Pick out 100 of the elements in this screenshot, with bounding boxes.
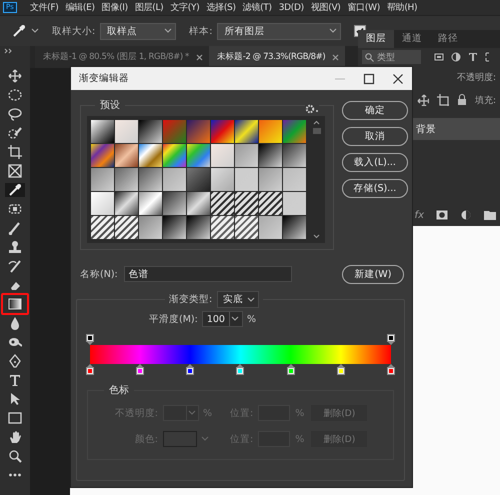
menu-item[interactable]: 帮助(H) xyxy=(386,1,418,14)
gradient-swatch[interactable] xyxy=(139,216,162,239)
rectangle-icon[interactable] xyxy=(8,411,22,425)
menu-item[interactable]: 滤镜(T) xyxy=(242,1,272,14)
sample-size-dropdown[interactable]: 取样点 xyxy=(100,22,176,40)
move-icon[interactable] xyxy=(416,94,429,106)
gradient-swatch[interactable] xyxy=(163,216,186,239)
gradient-swatch[interactable] xyxy=(187,192,210,215)
crop-icon[interactable] xyxy=(436,94,449,106)
scroll-up-icon[interactable] xyxy=(313,120,320,125)
gradient-swatch[interactable] xyxy=(139,192,162,215)
menu-item[interactable]: 3D(D) xyxy=(278,2,304,12)
gradient-swatch[interactable] xyxy=(115,144,138,167)
move-icon[interactable] xyxy=(8,69,22,83)
gradient-swatch[interactable] xyxy=(115,168,138,191)
gradient-swatch[interactable] xyxy=(91,144,114,167)
color-stop[interactable] xyxy=(186,364,194,375)
gradient-swatch[interactable] xyxy=(91,120,114,143)
stamp-icon[interactable] xyxy=(8,240,22,254)
quick-select-icon[interactable] xyxy=(8,126,22,140)
document-tab[interactable]: 未标题-2 @ 73.3%(RGB/8#) xyxy=(208,46,346,68)
color-stop[interactable] xyxy=(236,364,244,375)
gradient-swatch[interactable] xyxy=(163,192,186,215)
gradient-swatch[interactable] xyxy=(163,168,186,191)
gradient-swatch[interactable] xyxy=(187,120,210,143)
hand-icon[interactable] xyxy=(8,430,22,444)
panel-tab[interactable]: 图层 xyxy=(358,30,394,48)
caret-icon[interactable] xyxy=(228,312,241,326)
dodge-icon[interactable] xyxy=(8,335,22,349)
expand-icon[interactable] xyxy=(4,48,12,54)
gradient-swatch[interactable] xyxy=(283,216,306,239)
gradient-swatch[interactable] xyxy=(115,120,138,143)
menu-item[interactable]: 编辑(E) xyxy=(65,1,95,14)
opacity-stop[interactable] xyxy=(387,334,395,345)
menu-item[interactable]: 文件(F) xyxy=(30,1,58,14)
gradient-swatch[interactable] xyxy=(259,168,282,191)
gradient-swatch[interactable] xyxy=(115,216,138,239)
gradient-swatch[interactable] xyxy=(283,144,306,167)
color-stop[interactable] xyxy=(86,364,94,375)
gradient-swatch[interactable] xyxy=(187,216,210,239)
gradient-swatch[interactable] xyxy=(259,192,282,215)
color-stop[interactable] xyxy=(136,364,144,375)
name-field[interactable]: 色谱 xyxy=(124,266,292,282)
color-stop[interactable] xyxy=(286,364,295,375)
gradient-swatch[interactable] xyxy=(163,144,186,167)
gradient-swatch[interactable] xyxy=(187,144,210,167)
menu-item[interactable]: 窗口(W) xyxy=(348,1,380,14)
menu-item[interactable]: 图层(L) xyxy=(134,1,164,14)
gradient-swatch[interactable] xyxy=(139,144,162,167)
dialog-button[interactable]: 载入(L)... xyxy=(342,153,408,172)
gradient-type-dropdown[interactable]: 实底 xyxy=(217,291,260,308)
panel-tab[interactable]: 路径 xyxy=(430,30,466,48)
scrollbar[interactable] xyxy=(312,120,321,239)
gradient-swatch[interactable] xyxy=(139,168,162,191)
gradient-bar[interactable] xyxy=(90,345,391,364)
search-icon[interactable] xyxy=(365,52,374,62)
image-filter-icon[interactable] xyxy=(434,52,444,62)
dialog-button[interactable]: 确定 xyxy=(342,101,408,120)
gradient-swatch[interactable] xyxy=(211,216,234,239)
color-stop[interactable] xyxy=(386,364,395,375)
gradient-icon[interactable] xyxy=(8,297,22,311)
pen-icon[interactable] xyxy=(8,354,22,368)
adjustment-filter-icon[interactable] xyxy=(451,52,461,62)
gradient-swatch[interactable] xyxy=(91,168,114,191)
lock-icon[interactable] xyxy=(456,94,467,106)
menu-item[interactable]: 视图(V) xyxy=(310,1,341,14)
eyedropper-icon[interactable] xyxy=(12,24,26,38)
ellipse-marquee-icon[interactable] xyxy=(8,88,22,102)
zoom-icon[interactable] xyxy=(8,449,22,463)
gradient-swatch[interactable] xyxy=(211,120,234,143)
lasso-icon[interactable] xyxy=(8,107,22,121)
dialog-button[interactable]: 存储(S)... xyxy=(342,179,408,198)
gear-icon[interactable] xyxy=(305,104,319,114)
crop-icon[interactable] xyxy=(8,145,22,159)
gradient-swatch[interactable] xyxy=(235,168,258,191)
gradient-swatch[interactable] xyxy=(139,120,162,143)
type-icon[interactable] xyxy=(8,373,22,387)
scroll-down-icon[interactable] xyxy=(313,234,320,239)
close-icon[interactable] xyxy=(392,72,404,84)
gradient-swatch[interactable] xyxy=(259,216,282,239)
close-icon[interactable] xyxy=(196,54,203,60)
gradient-swatch[interactable] xyxy=(235,216,258,239)
gradient-swatch[interactable] xyxy=(283,168,306,191)
tool-button[interactable] xyxy=(1,293,29,315)
gradient-swatch[interactable] xyxy=(235,144,258,167)
menu-item[interactable]: 文字(Y) xyxy=(170,1,200,14)
gradient-swatch[interactable] xyxy=(91,216,114,239)
maximize-icon[interactable] xyxy=(363,72,375,84)
drop-icon[interactable] xyxy=(8,316,22,330)
gradient-swatch[interactable] xyxy=(235,120,258,143)
tool-button[interactable] xyxy=(5,145,25,159)
fx-button[interactable]: fx xyxy=(414,210,424,220)
folder-icon[interactable] xyxy=(484,210,496,220)
tool-button[interactable] xyxy=(5,183,25,197)
scroll-thumb[interactable] xyxy=(312,128,320,134)
panel-tab[interactable]: 通道 xyxy=(394,30,430,48)
gradient-swatch[interactable] xyxy=(283,192,306,215)
gradient-swatch[interactable] xyxy=(211,144,234,167)
gradient-swatch[interactable] xyxy=(187,168,210,191)
history-brush-icon[interactable] xyxy=(8,259,22,273)
